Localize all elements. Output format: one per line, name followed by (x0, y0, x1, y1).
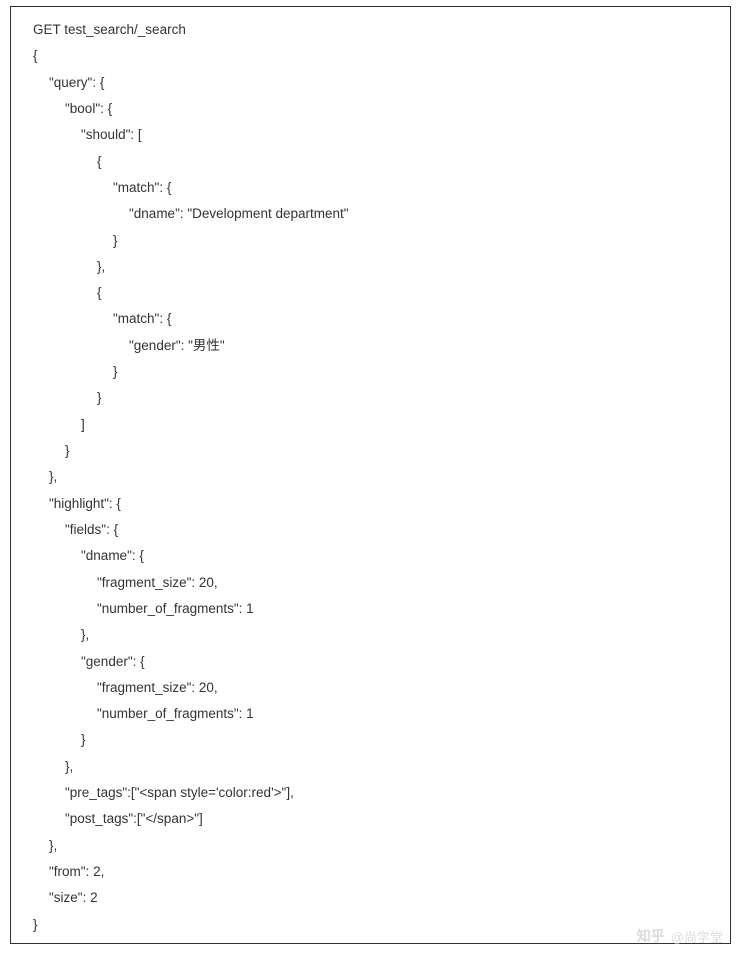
code-line: "highlight": { (33, 491, 708, 517)
code-line: "should": [ (33, 122, 708, 148)
code-line: "from": 2, (33, 859, 708, 885)
code-line: { (33, 149, 708, 175)
code-line: "dname": { (33, 543, 708, 569)
code-line: "query": { (33, 70, 708, 96)
code-line: } (33, 438, 708, 464)
code-line: { (33, 43, 708, 69)
code-line: "gender": { (33, 649, 708, 675)
code-line: "fields": { (33, 517, 708, 543)
code-line: "post_tags":["</span>"] (33, 806, 708, 832)
code-block: GET test_search/_search{"query": {"bool"… (10, 6, 731, 944)
watermark-handle: @尚学堂 (671, 927, 723, 946)
code-line: }, (33, 754, 708, 780)
code-line: "size": 2 (33, 885, 708, 911)
zhihu-icon: 知乎 (637, 926, 665, 946)
code-line: "match": { (33, 175, 708, 201)
code-line: "number_of_fragments": 1 (33, 596, 708, 622)
code-line: } (33, 912, 708, 938)
code-line: { (33, 280, 708, 306)
code-line: } (33, 385, 708, 411)
code-line: }, (33, 464, 708, 490)
code-line: ] (33, 412, 708, 438)
code-line: }, (33, 622, 708, 648)
code-line: "pre_tags":["<span style='color:red'>"], (33, 780, 708, 806)
code-line: GET test_search/_search (33, 17, 708, 43)
code-line: "match": { (33, 306, 708, 332)
code-line: "number_of_fragments": 1 (33, 701, 708, 727)
code-line: }, (33, 833, 708, 859)
code-line: "bool": { (33, 96, 708, 122)
code-line: } (33, 228, 708, 254)
code-line: } (33, 727, 708, 753)
code-line: "fragment_size": 20, (33, 570, 708, 596)
code-line: "fragment_size": 20, (33, 675, 708, 701)
watermark: 知乎 @尚学堂 (637, 926, 723, 946)
code-line: "dname": "Development department" (33, 201, 708, 227)
code-line: }, (33, 254, 708, 280)
code-line: "gender": "男性" (33, 333, 708, 359)
code-line: } (33, 359, 708, 385)
